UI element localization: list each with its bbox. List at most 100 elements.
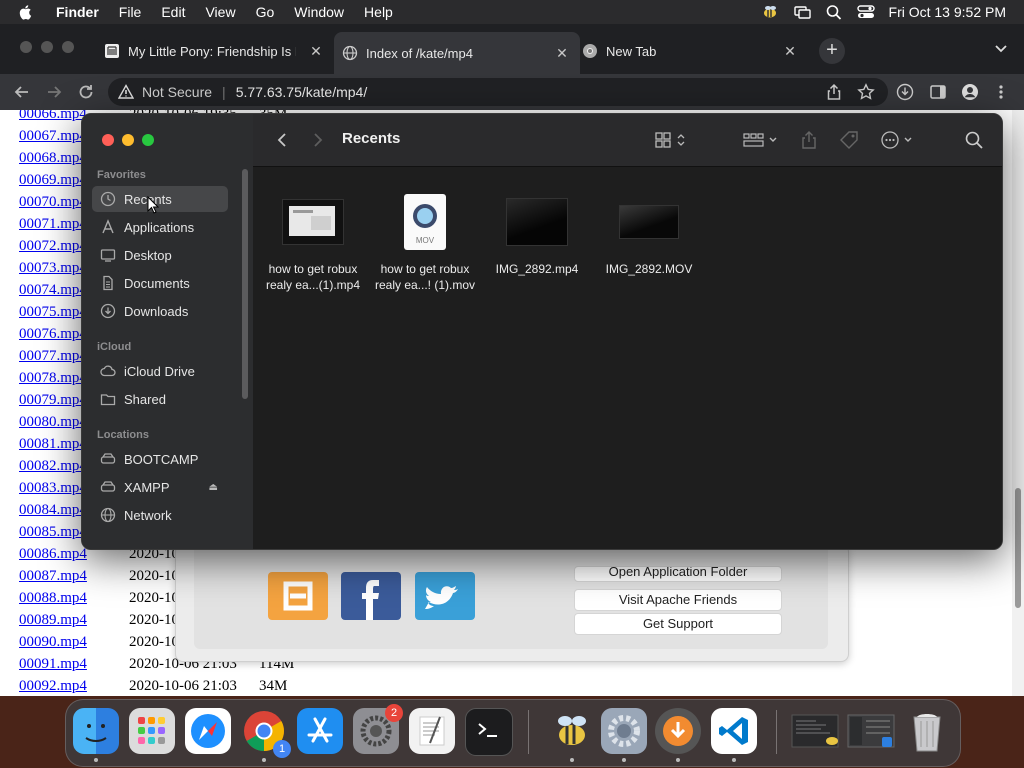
finder-minimize-button[interactable] [122,134,134,146]
sidebar-scrollbar[interactable] [242,169,248,399]
file-link[interactable]: 00072.mp4 [19,238,87,254]
menu-app-name[interactable]: Finder [56,4,99,20]
menu-help[interactable]: Help [364,4,393,20]
open-application-folder-button[interactable]: Open Application Folder [574,566,782,582]
file-item[interactable]: MOV how to get robux realy ea...! (1).mo… [369,191,481,293]
reload-icon[interactable] [76,82,96,102]
get-support-button[interactable]: Get Support [574,613,782,635]
dock-system-settings-icon[interactable]: 2 [353,704,403,754]
menu-view[interactable]: View [205,4,235,20]
dock-textedit-icon[interactable] [409,708,455,754]
url-text[interactable]: 5.77.63.75/kate/mp4/ [236,84,368,100]
share-icon[interactable] [825,83,843,101]
file-link[interactable]: 00067.mp4 [19,128,87,144]
group-by-icon[interactable] [742,130,780,150]
file-link[interactable]: 00079.mp4 [19,392,87,408]
sidebar-item-xampp[interactable]: XAMPP ⏏ [92,474,228,500]
sidebar-item-bootcamp[interactable]: BOOTCAMP [92,446,228,472]
file-link[interactable]: 00081.mp4 [19,436,87,452]
scrollbar-thumb[interactable] [1015,488,1021,608]
file-link[interactable]: 00089.mp4 [19,612,87,628]
file-link[interactable]: 00082.mp4 [19,458,87,474]
download-icon[interactable] [896,83,914,101]
spotlight-search-icon[interactable] [825,4,843,20]
profile-avatar-icon[interactable] [961,83,979,101]
dock-launchpad-icon[interactable] [129,708,175,754]
menu-edit[interactable]: Edit [161,4,185,20]
finder-forward-chevron-icon[interactable] [311,130,325,150]
forward-arrow-icon[interactable] [44,82,64,102]
sidebar-item-icloud-drive[interactable]: iCloud Drive [92,358,228,384]
file-link[interactable]: 00069.mp4 [19,172,87,188]
file-link[interactable]: 00076.mp4 [19,326,87,342]
dock-minimized-finder-icon[interactable] [846,708,896,754]
file-link[interactable]: 00070.mp4 [19,194,87,210]
file-link[interactable]: 00068.mp4 [19,150,87,166]
finder-close-button[interactable] [102,134,114,146]
dock-safari-icon[interactable] [185,708,231,754]
new-tab-plus-icon[interactable]: + [819,38,845,64]
control-center-icon[interactable] [856,4,875,20]
file-link[interactable]: 00073.mp4 [19,260,87,276]
finder-back-chevron-icon[interactable] [275,130,289,150]
browser-zoom-button[interactable] [62,41,74,53]
icon-view-toggle-icon[interactable] [654,130,690,150]
file-link[interactable]: 00088.mp4 [19,590,87,606]
bee-status-icon[interactable] [761,4,779,20]
not-secure-label[interactable]: Not Secure [142,84,212,100]
screen-mirroring-icon[interactable] [793,4,811,20]
tab-search-chevron-icon[interactable] [994,44,1008,54]
menu-window[interactable]: Window [294,4,344,20]
file-link[interactable]: 00084.mp4 [19,502,87,518]
file-link[interactable]: 00087.mp4 [19,568,87,584]
tab-new-tab[interactable]: New Tab ✕ [582,36,802,66]
visit-apache-friends-button[interactable]: Visit Apache Friends [574,589,782,611]
dock-minimized-window-icon[interactable] [790,708,840,754]
tag-icon[interactable] [838,130,860,150]
apple-icon[interactable] [18,4,34,20]
more-menu-icon[interactable] [995,83,1007,101]
dock-downloader-icon[interactable] [655,708,701,754]
eject-icon[interactable]: ⏏ [209,482,218,493]
back-arrow-icon[interactable] [12,82,32,102]
address-bar[interactable]: Not Secure | 5.77.63.75/kate/mp4/ [108,78,888,106]
search-icon[interactable] [964,130,984,150]
file-link[interactable]: 00091.mp4 [19,656,87,672]
file-link[interactable]: 00092.mp4 [19,678,87,694]
dock-vscode-icon[interactable] [711,708,757,754]
dock-terminal-icon[interactable] [465,708,513,756]
tab-close-icon[interactable]: ✕ [554,45,570,62]
bookmark-star-icon[interactable] [857,83,875,101]
browser-close-button[interactable] [20,41,32,53]
file-link[interactable]: 00090.mp4 [19,634,87,650]
tab-close-icon[interactable]: ✕ [782,43,798,60]
menu-file[interactable]: File [119,4,142,20]
file-link[interactable]: 00075.mp4 [19,304,87,320]
file-link[interactable]: 00077.mp4 [19,348,87,364]
file-link[interactable]: 00066.mp4 [19,110,87,122]
browser-minimize-button[interactable] [41,41,53,53]
sidebar-item-downloads[interactable]: Downloads [92,298,228,324]
xampp-logo-icon[interactable] [268,572,328,620]
file-link[interactable]: 00080.mp4 [19,414,87,430]
file-link[interactable]: 00071.mp4 [19,216,87,232]
file-item[interactable]: how to get robux realy ea...(1).mp4 [257,191,369,293]
sidebar-item-recents[interactable]: Recents [92,186,228,212]
twitter-icon[interactable] [415,572,475,620]
sidebar-item-applications[interactable]: Applications [92,214,228,240]
dock-finder-icon[interactable] [73,708,119,754]
tab-my-little-pony[interactable]: My Little Pony: Friendship Is M ✕ [104,36,324,66]
tab-close-icon[interactable]: ✕ [308,43,324,60]
warning-triangle-icon[interactable] [118,84,134,100]
dock-trash-icon[interactable] [904,708,950,754]
action-more-icon[interactable] [880,130,916,150]
menu-go[interactable]: Go [256,4,275,20]
file-item[interactable]: IMG_2892.MOV [593,191,705,277]
facebook-icon[interactable] [341,572,401,620]
dock-chrome-icon[interactable]: 1 [241,708,291,758]
dock-settings-gear-icon[interactable] [601,708,647,754]
file-link[interactable]: 00078.mp4 [19,370,87,386]
sidebar-item-network[interactable]: Network [92,502,228,528]
file-link[interactable]: 00085.mp4 [19,524,87,540]
menubar-clock[interactable]: Fri Oct 13 9:52 PM [889,4,1006,20]
